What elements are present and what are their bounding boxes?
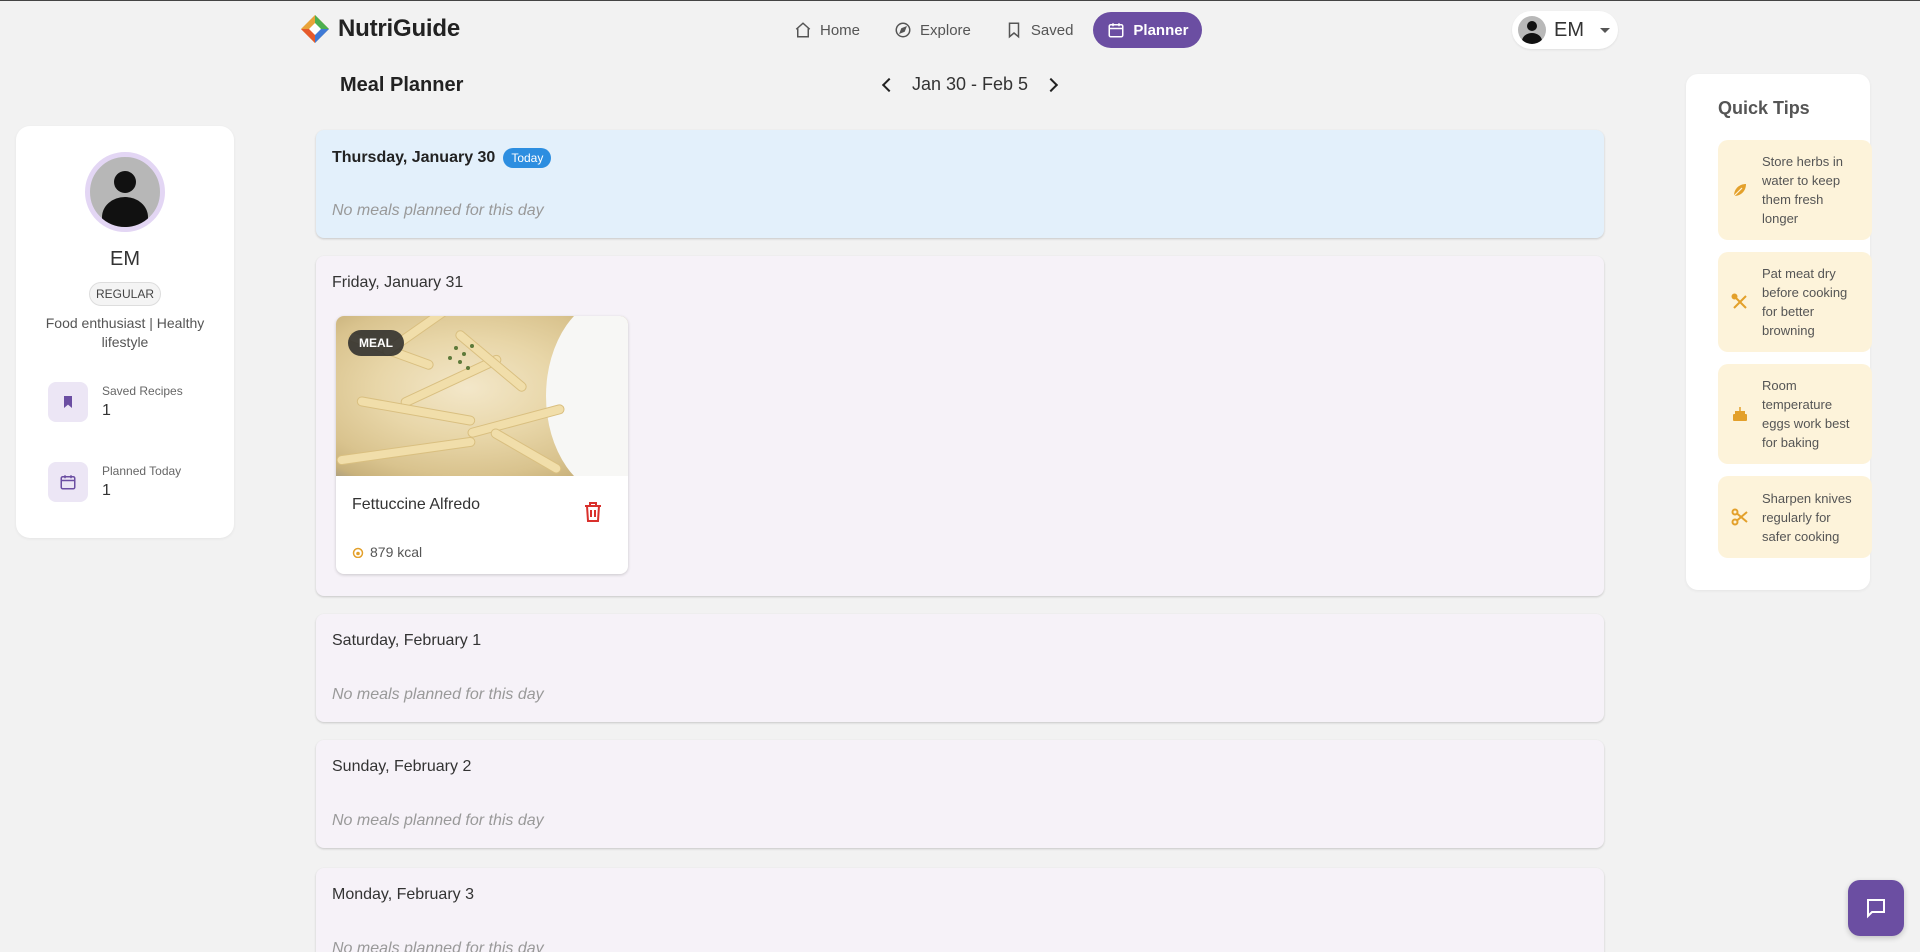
- stat-saved-recipes: Saved Recipes 1: [48, 382, 183, 422]
- tip-card: Sharpen knives regularly for safer cooki…: [1718, 476, 1872, 558]
- user-menu[interactable]: EM: [1512, 11, 1618, 49]
- bookmark-icon: [1008, 22, 1020, 39]
- calorie-value: 879 kcal: [370, 544, 423, 560]
- logo-icon: [301, 15, 329, 43]
- stat-planned-today: Planned Today 1: [48, 462, 181, 502]
- day-title: Saturday, February 1: [332, 632, 481, 650]
- day-title-text: Saturday, February 1: [332, 632, 482, 649]
- empty-day-text: No meals planned for this day: [332, 686, 544, 703]
- tip-text: Pat meat dry before cooking for better b…: [1762, 266, 1848, 338]
- calorie-info: 879 kcal: [352, 544, 422, 560]
- day-title-text: Sunday, February 2: [332, 758, 472, 775]
- utensils-icon: [1731, 293, 1747, 309]
- home-icon: [795, 22, 811, 38]
- week-range: Jan 30 - Feb 5: [912, 74, 1029, 94]
- chevron-down-icon: [1600, 27, 1610, 33]
- meal-image: MEAL: [336, 316, 628, 476]
- stat-label: Planned Today: [102, 464, 182, 478]
- profile-card: EM REGULAR Food enthusiast | Healthy lif…: [16, 126, 234, 538]
- cake-icon: [1733, 407, 1747, 421]
- chevron-right-icon[interactable]: [1044, 77, 1059, 92]
- day-title: Sunday, February 2: [332, 758, 471, 776]
- meal-type-tag: MEAL: [348, 330, 404, 356]
- profile-bio: Food enthusiast | Healthy lifestyle: [45, 315, 205, 350]
- scissors-icon: [1731, 508, 1748, 526]
- compass-icon: [895, 22, 911, 38]
- main-nav: Home Explore Saved Planner: [780, 12, 1203, 48]
- nav-saved[interactable]: Saved: [991, 12, 1088, 48]
- tip-card: Room temperature eggs work best for baki…: [1718, 364, 1872, 464]
- chat-icon: [1867, 899, 1885, 919]
- top-bar: NutriGuide Home Explore Saved Planner EM: [0, 0, 1920, 58]
- meal-card[interactable]: MEAL Fettuccine Alfredo 879 kcal: [336, 316, 628, 574]
- stat-value: 1: [102, 402, 111, 419]
- day-card: Monday, February 3 No meals planned for …: [316, 868, 1604, 952]
- day-title-text: Thursday, January 30: [332, 149, 496, 166]
- nav-explore[interactable]: Explore: [880, 12, 985, 48]
- chat-button[interactable]: [1848, 880, 1904, 936]
- nav-planner[interactable]: Planner: [1093, 12, 1203, 48]
- leaf-icon: [1733, 184, 1746, 197]
- meal-name: Fettuccine Alfredo: [352, 496, 481, 513]
- flame-icon: [352, 547, 364, 558]
- quick-tips-panel: Quick Tips Store herbs in water to keep …: [1686, 74, 1872, 590]
- tip-card: Pat meat dry before cooking for better b…: [1718, 252, 1872, 352]
- bookmark-icon: [48, 382, 88, 422]
- stat-label: Saved Recipes: [102, 384, 183, 398]
- profile-name: EM: [110, 248, 140, 270]
- day-card: Saturday, February 1 No meals planned fo…: [316, 614, 1604, 722]
- stat-value: 1: [102, 482, 111, 499]
- membership-badge: REGULAR: [89, 282, 161, 306]
- tip-text: Sharpen knives regularly for safer cooki…: [1762, 490, 1852, 544]
- chevron-left-icon[interactable]: [881, 77, 897, 92]
- empty-day-text: No meals planned for this day: [332, 202, 544, 219]
- calendar-icon: [48, 462, 88, 502]
- day-title: Friday, January 31: [332, 274, 463, 292]
- empty-day-text: No meals planned for this day: [332, 812, 544, 829]
- nav-explore-label: Explore: [920, 21, 971, 39]
- today-badge: Today: [503, 148, 552, 168]
- day-title: Monday, February 3: [332, 886, 474, 904]
- user-initials: EM: [1554, 18, 1584, 41]
- day-card: Thursday, January 30 Today No meals plan…: [316, 130, 1604, 238]
- tips-title: Quick Tips: [1718, 98, 1810, 118]
- tip-text: Room temperature eggs work best for baki…: [1762, 378, 1850, 450]
- week-navigator: Jan 30 - Feb 5: [881, 74, 1059, 95]
- day-title-text: Friday, January 31: [332, 274, 464, 291]
- day-title-text: Monday, February 3: [332, 886, 474, 903]
- tip-card: Store herbs in water to keep them fresh …: [1718, 140, 1872, 240]
- nav-planner-label: Planner: [1133, 21, 1189, 39]
- day-card: Friday, January 31 MEAL Fettuccine Alfre…: [316, 256, 1604, 596]
- profile-avatar: [85, 152, 165, 232]
- brand-name: NutriGuide: [338, 15, 460, 42]
- nav-home[interactable]: Home: [780, 12, 874, 48]
- brand[interactable]: NutriGuide: [300, 14, 460, 44]
- calendar-icon: [1108, 23, 1124, 38]
- day-title: Thursday, January 30 Today: [332, 148, 552, 168]
- empty-day-text: No meals planned for this day: [332, 940, 544, 952]
- nav-home-label: Home: [820, 21, 861, 39]
- trash-icon[interactable]: [584, 502, 602, 522]
- nav-saved-label: Saved: [1030, 21, 1074, 39]
- avatar: [1518, 16, 1546, 44]
- page-title: Meal Planner: [340, 74, 464, 96]
- day-card: Sunday, February 2 No meals planned for …: [316, 740, 1604, 848]
- tip-text: Store herbs in water to keep them fresh …: [1762, 154, 1843, 226]
